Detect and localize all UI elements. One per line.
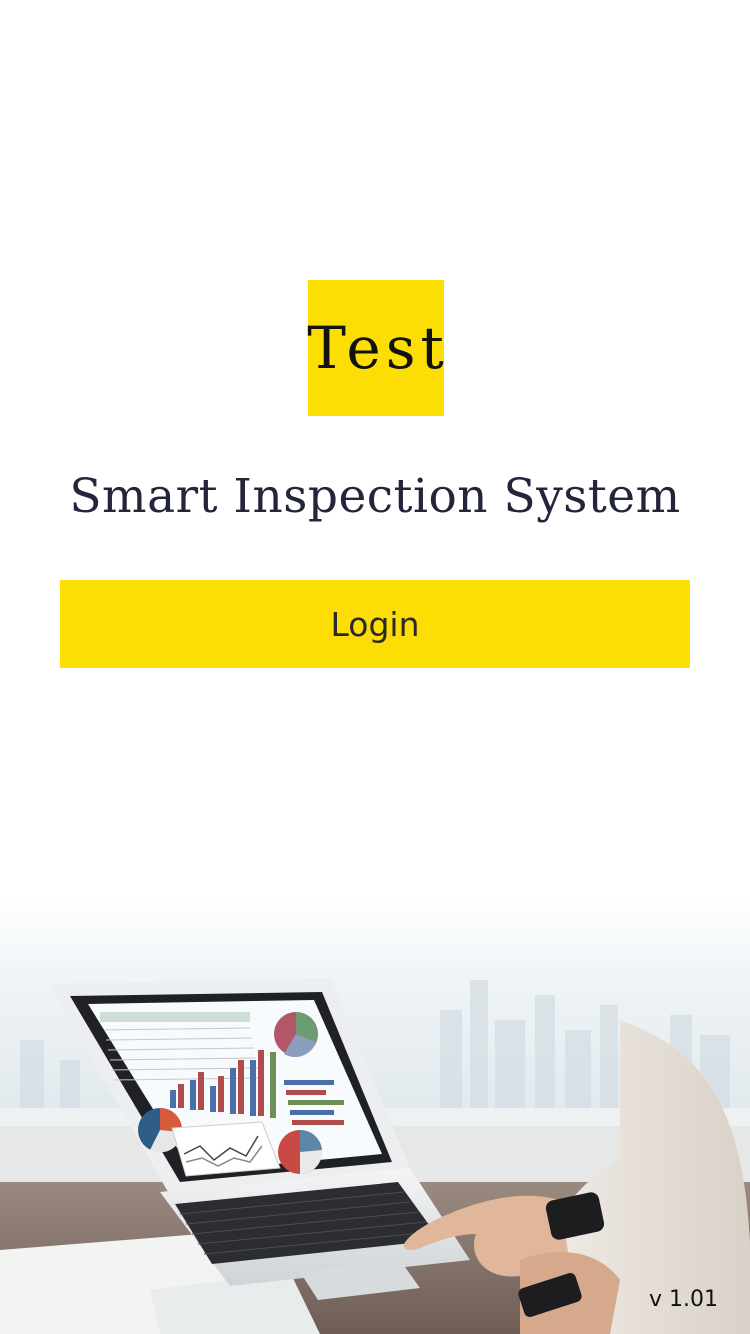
version-label: v 1.01 — [649, 1287, 718, 1312]
login-button[interactable]: Login — [60, 580, 690, 668]
logo-text: Test — [307, 314, 449, 382]
laptop-analytics-photo — [0, 900, 750, 1334]
splash-screen: Test Smart Inspection System Login v 1.0… — [0, 0, 750, 1334]
app-logo: Test — [307, 280, 444, 416]
app-title: Smart Inspection System — [69, 469, 681, 524]
